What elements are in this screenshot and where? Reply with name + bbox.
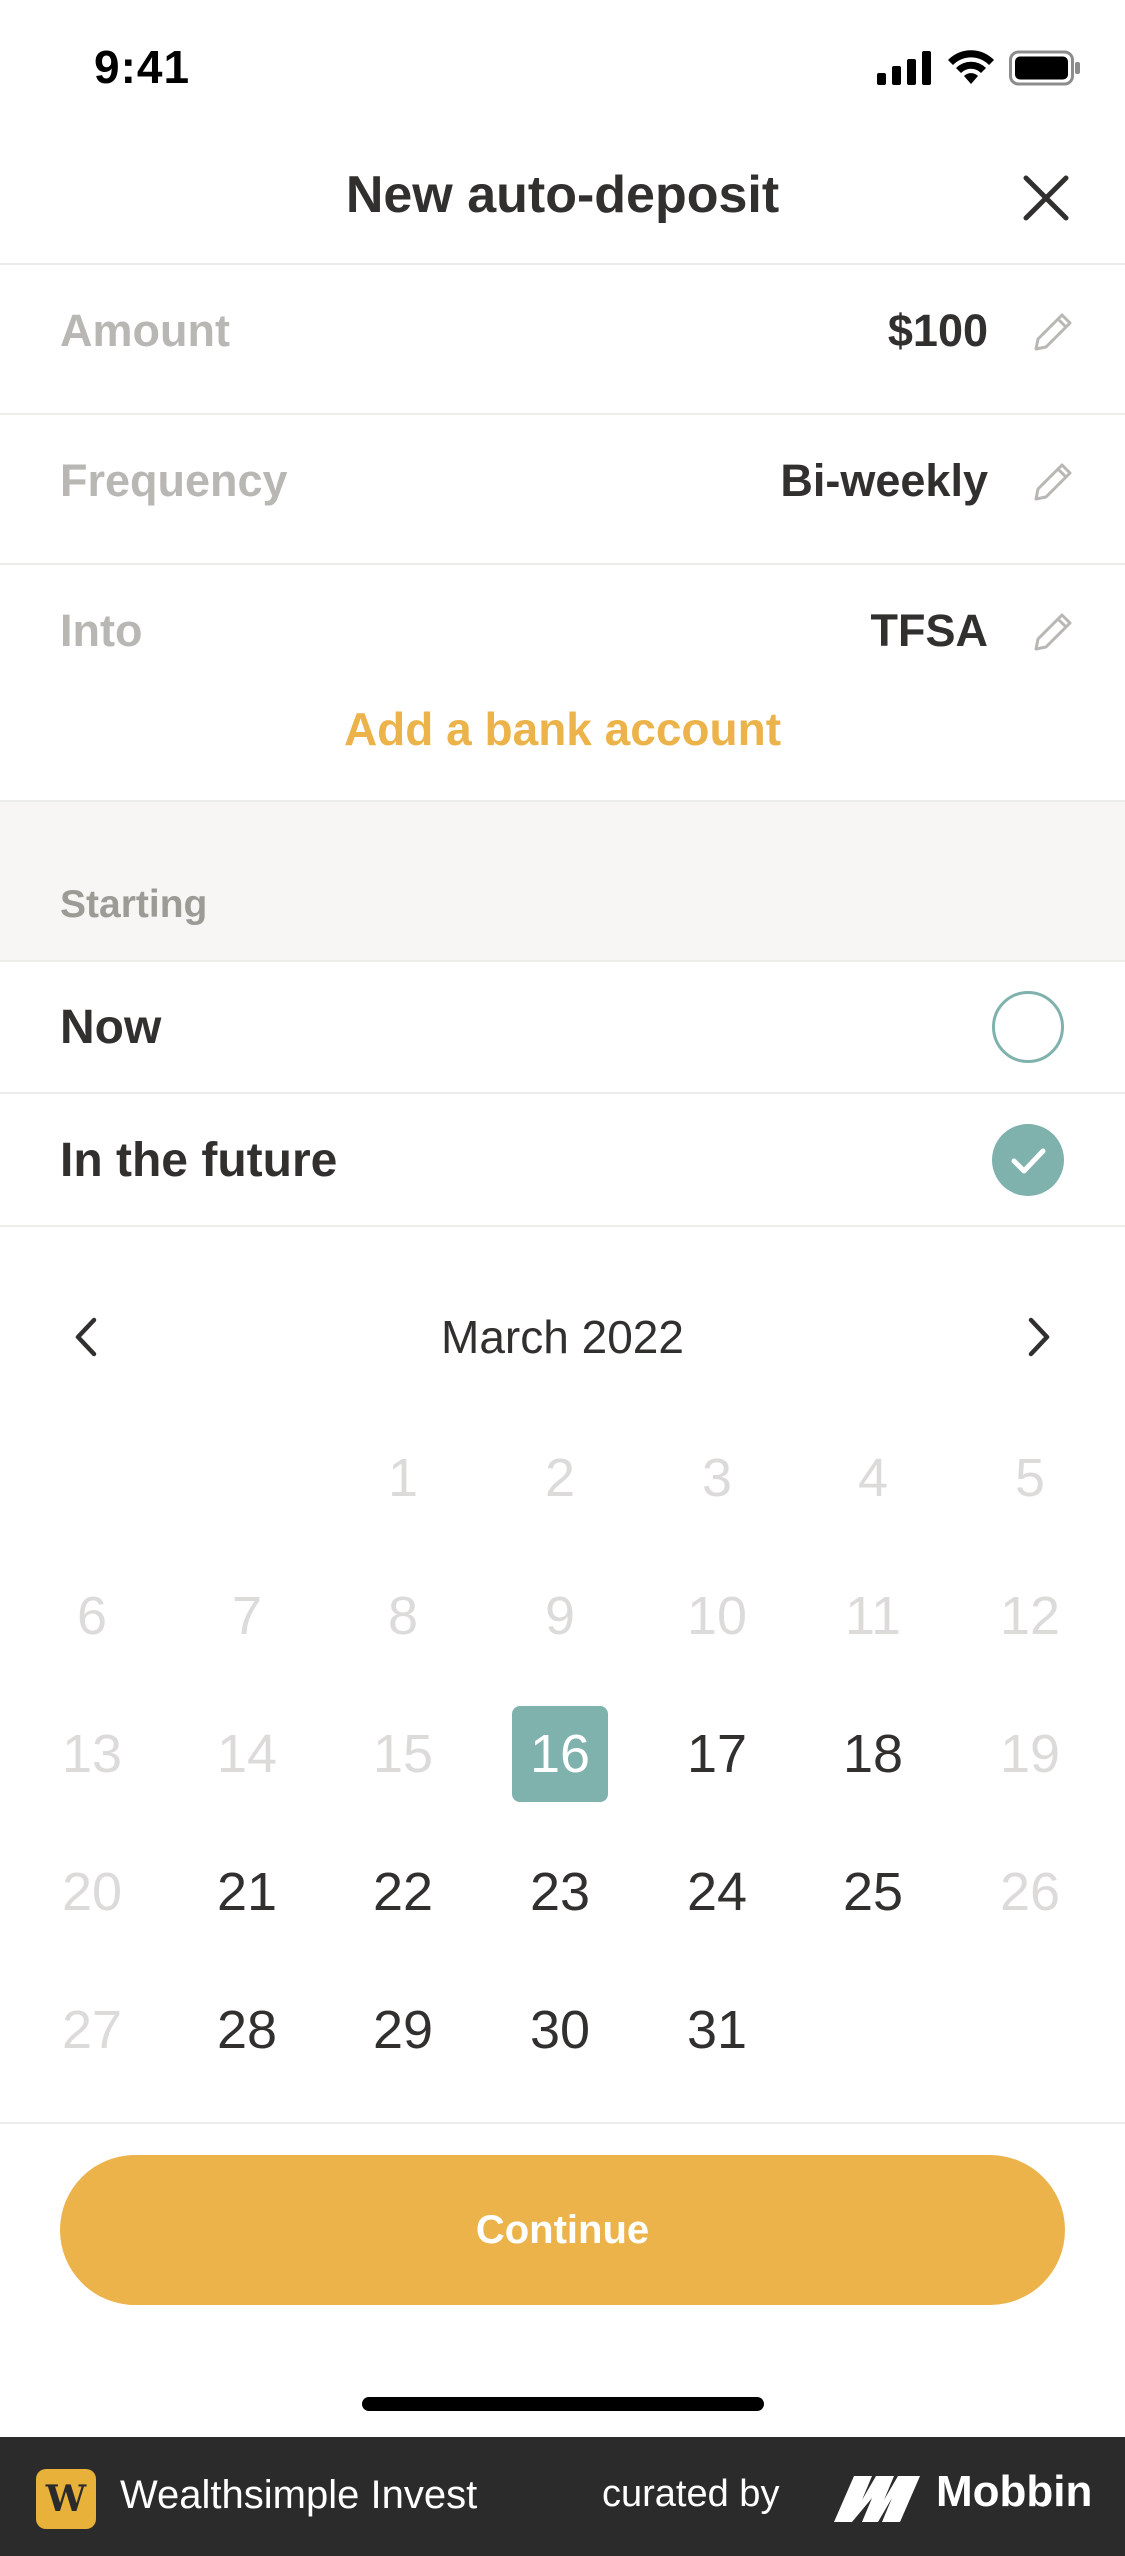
calendar-day: 4 bbox=[857, 1448, 889, 1508]
next-month-chevron-right-icon[interactable] bbox=[1013, 1312, 1063, 1362]
divider bbox=[0, 960, 1125, 962]
divider bbox=[0, 413, 1125, 415]
calendar-day[interactable]: 29 bbox=[348, 1980, 458, 2080]
divider bbox=[0, 2122, 1125, 2124]
home-indicator bbox=[362, 2397, 764, 2411]
mobbin-brand-name: Mobbin bbox=[936, 2467, 1093, 2516]
calendar-day-selected[interactable]: 16 bbox=[512, 1706, 608, 1802]
starting-section-header bbox=[0, 802, 1125, 960]
calendar-day: 11 bbox=[844, 1586, 902, 1646]
option-future-label[interactable]: In the future bbox=[60, 1133, 337, 1188]
edit-amount-pencil-icon[interactable] bbox=[1028, 307, 1078, 357]
calendar-day: 19 bbox=[999, 1724, 1061, 1784]
add-bank-account-link[interactable]: Add a bank account bbox=[0, 702, 1125, 756]
starting-heading: Starting bbox=[60, 883, 208, 926]
calendar-day: 14 bbox=[216, 1724, 278, 1784]
into-label: Into bbox=[60, 605, 143, 656]
calendar-day: 20 bbox=[61, 1862, 123, 1922]
calendar-day: 5 bbox=[1014, 1448, 1046, 1508]
calendar-day: 2 bbox=[544, 1448, 576, 1508]
calendar-day: 12 bbox=[999, 1586, 1061, 1646]
mobbin-logo-icon bbox=[834, 2476, 920, 2522]
page-title: New auto-deposit bbox=[345, 166, 780, 224]
checkmark-icon bbox=[1011, 1148, 1046, 1174]
divider bbox=[0, 1092, 1125, 1094]
curated-by-label: curated by bbox=[602, 2473, 780, 2515]
calendar-day: 6 bbox=[76, 1586, 108, 1646]
calendar-day: 9 bbox=[544, 1586, 576, 1646]
amount-label: Amount bbox=[60, 305, 230, 356]
continue-button[interactable]: Continue bbox=[60, 2155, 1065, 2305]
option-now-radio[interactable] bbox=[992, 991, 1064, 1063]
amount-value: $100 bbox=[887, 305, 988, 356]
divider bbox=[0, 1225, 1125, 1227]
wifi-icon bbox=[948, 50, 994, 84]
close-icon[interactable] bbox=[1016, 168, 1076, 228]
calendar-day[interactable]: 23 bbox=[505, 1842, 615, 1942]
signal-icon bbox=[877, 51, 931, 85]
calendar-day[interactable]: 25 bbox=[818, 1842, 928, 1942]
calendar-day[interactable]: 31 bbox=[662, 1980, 772, 2080]
status-icons bbox=[877, 50, 1081, 86]
divider bbox=[0, 263, 1125, 265]
calendar-day: 26 bbox=[999, 1862, 1061, 1922]
calendar-day: 8 bbox=[387, 1586, 419, 1646]
frequency-value: Bi-weekly bbox=[780, 455, 988, 506]
calendar-day[interactable]: 17 bbox=[662, 1704, 772, 1804]
status-time: 9:41 bbox=[94, 41, 191, 93]
app-logo: W bbox=[36, 2469, 96, 2529]
calendar-day: 13 bbox=[61, 1724, 123, 1784]
calendar-month-label: March 2022 bbox=[441, 1311, 684, 1363]
calendar-day[interactable]: 22 bbox=[348, 1842, 458, 1942]
calendar-day: 15 bbox=[372, 1724, 434, 1784]
calendar-day[interactable]: 21 bbox=[192, 1842, 302, 1942]
frequency-label: Frequency bbox=[60, 455, 288, 506]
edit-into-pencil-icon[interactable] bbox=[1028, 607, 1078, 657]
app-name: Wealthsimple Invest bbox=[120, 2473, 478, 2517]
calendar-day[interactable]: 28 bbox=[192, 1980, 302, 2080]
calendar-day: 3 bbox=[701, 1448, 733, 1508]
calendar-day: 1 bbox=[387, 1448, 419, 1508]
calendar-day: 10 bbox=[686, 1586, 748, 1646]
option-future-radio[interactable] bbox=[992, 1124, 1064, 1196]
calendar-day[interactable]: 18 bbox=[818, 1704, 928, 1804]
into-value: TFSA bbox=[870, 605, 989, 656]
calendar-day[interactable]: 30 bbox=[505, 1980, 615, 2080]
calendar-day: 27 bbox=[61, 2000, 123, 2060]
calendar-day[interactable]: 24 bbox=[662, 1842, 772, 1942]
edit-frequency-pencil-icon[interactable] bbox=[1028, 457, 1078, 507]
divider bbox=[0, 563, 1125, 565]
calendar-day: 7 bbox=[231, 1586, 263, 1646]
option-now-label[interactable]: Now bbox=[60, 1000, 161, 1055]
battery-icon bbox=[1009, 50, 1080, 86]
